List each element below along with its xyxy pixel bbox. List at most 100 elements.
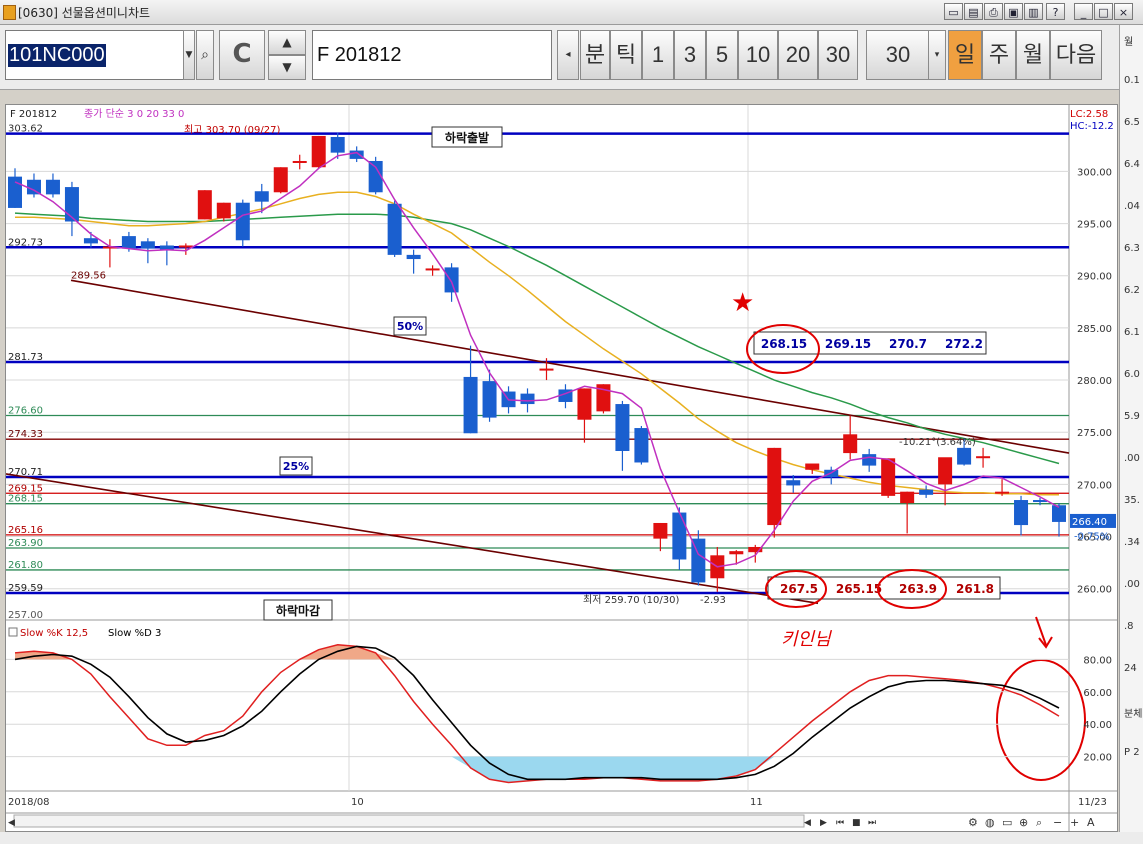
upper-target-2: 270.7 [889,337,927,351]
lower-target-3: 261.8 [956,582,994,596]
tool-icon-5: − [1053,816,1062,829]
half-label-text: 50% [397,320,423,333]
change-note: -10.21°(3.64%) [899,437,976,448]
period-btn-2[interactable]: 1 [642,30,674,80]
tool-icon-7: A [1087,816,1095,829]
minimize-icon[interactable]: _ [1074,3,1093,20]
c-button[interactable]: C [219,30,265,80]
arrow-down-icon[interactable]: ▼ [268,55,306,80]
candle-body-33 [634,428,649,463]
level-label-13: 257.00 [8,610,43,621]
search-icon[interactable]: ⌕ [196,30,214,80]
help-icon[interactable]: ? [1046,3,1065,20]
candle-body-45 [862,454,877,466]
candle-body-32 [615,404,630,451]
nav-icon-4: ⏭ [868,818,876,828]
period-btn-5[interactable]: 10 [738,30,778,80]
code-dropdown-icon[interactable]: ▼ [183,30,195,80]
candle-body-14 [273,167,288,193]
candle-body-41 [786,480,801,486]
layout-icon[interactable]: ▭ [944,3,963,20]
scroll-left-icon: ◀ [8,818,15,828]
prev-icon[interactable]: ◂ [557,30,579,80]
period-btn-3[interactable]: 3 [674,30,706,80]
level-label-4: 276.60 [8,406,43,417]
level-label-0: 303.62 [8,124,43,135]
candle-body-12 [235,202,250,241]
candle-body-22 [425,268,440,271]
tool-icon-4: ⌕ [1036,816,1042,829]
legend-contract: F 201812 [10,109,57,120]
level-label-5: 274.33 [8,429,43,440]
range-btn-1[interactable]: 주 [982,30,1016,80]
candle-body-6 [121,236,136,249]
range-btn-2[interactable]: 월 [1016,30,1050,80]
period-btn-1[interactable]: 틱 [610,30,642,80]
period-btn-6[interactable]: 20 [778,30,818,80]
date-tick-3: 11/23 [1078,797,1107,808]
level-label-10: 263.90 [8,538,43,549]
hand-annotation: 키인님 [781,629,832,650]
candle-body-50 [957,447,972,465]
arrow-up-icon[interactable]: ▲ [268,30,306,55]
candle-body-52 [995,491,1010,494]
candle-body-4 [83,238,98,244]
right-panel-text-5: 6.3 [1124,243,1140,254]
range-btn-0[interactable]: 일 [948,30,982,80]
candle-body-46 [881,458,896,496]
chart-settings-icon[interactable]: ▥ [1024,3,1043,20]
close-icon[interactable]: × [1114,3,1133,20]
stoch-collapse-icon [8,627,18,637]
stoch-tick-0: 80.00 [1083,655,1112,666]
tool-icon-3: ⊕ [1019,816,1028,829]
window-title: [0630] 선물옵션미니차트 [18,6,151,20]
chart-area[interactable]: 300.00 295.00 290.00 285.00 280.00 275.00 270.… [5,104,1118,832]
code-input[interactable]: 101NC000 [5,30,185,80]
level-label-8: 268.15 [8,494,43,505]
start-label-text: 하락출발 [445,130,489,145]
period-btn-4[interactable]: 5 [706,30,738,80]
right-panel-text-1: 0.1 [1124,75,1140,86]
candle-body-0 [8,176,22,208]
upper-target-1: 269.15 [825,337,871,351]
right-panel-text-3: 6.4 [1124,159,1140,170]
pin-icon[interactable]: ▣ [1004,3,1023,20]
candle-body-38 [729,551,744,555]
candle-body-16 [311,135,326,168]
legend-ma: 종가 단순 3 0 20 33 0 [84,108,184,120]
period-btn-0[interactable]: 분 [580,30,610,80]
right-panel-text-14: .8 [1124,621,1134,632]
candle-body-40 [767,447,782,526]
candle-body-3 [64,187,79,222]
level-label-1: 292.73 [8,237,43,248]
lc-label: LC:2.58 [1070,109,1108,120]
title-bar: [0630] 선물옵션미니차트 ▭ ▤ ⎙ ▣ ▥ ? _ □ × [0,0,1143,25]
right-panel-text-9: 5.9 [1124,411,1140,422]
adjacent-panel: 월 0.1 6.5 6.4 .04 6.3 6.2 6.1 6.0 5.9 .00 35. .34 .00… [1119,25,1143,844]
candle-body-42 [805,463,820,470]
period-btn-7[interactable]: 30 [818,30,858,80]
quarter-label-text: 25% [283,460,309,473]
candle-body-11 [216,202,231,219]
lower-target-0: 267.5 [780,582,818,596]
level-label-3: 281.73 [8,352,43,363]
split-icon[interactable]: ▤ [964,3,983,20]
level-label-9: 265.16 [8,525,43,536]
right-panel-text-12: .34 [1124,537,1140,548]
candle-body-34 [653,522,668,539]
chart-svg[interactable]: 300.00 295.00 290.00 285.00 280.00 275.00 270.… [5,105,1117,831]
print-icon[interactable]: ⎙ [984,3,1003,20]
nav-icon-3: ■ [852,818,861,828]
right-panel-text-6: 6.2 [1124,285,1140,296]
right-panel-text-15: 24 [1124,663,1137,674]
maximize-icon[interactable]: □ [1094,3,1113,20]
candle-body-55 [1052,505,1066,522]
candle-body-27 [520,393,535,405]
toolbar: 101NC000 ▼ ⌕ C ▲ ▼ F 201812 ◂ 30 ▾ 분틱135… [0,25,1143,90]
date-tick-2: 11 [750,797,763,808]
range-btn-3[interactable]: 다음 [1050,30,1102,80]
period-value[interactable]: 30 [866,30,930,80]
nav-icon-1: ▶ [820,818,827,828]
star-annotation: ★ [731,288,754,318]
period-dropdown-icon[interactable]: ▾ [928,30,946,80]
